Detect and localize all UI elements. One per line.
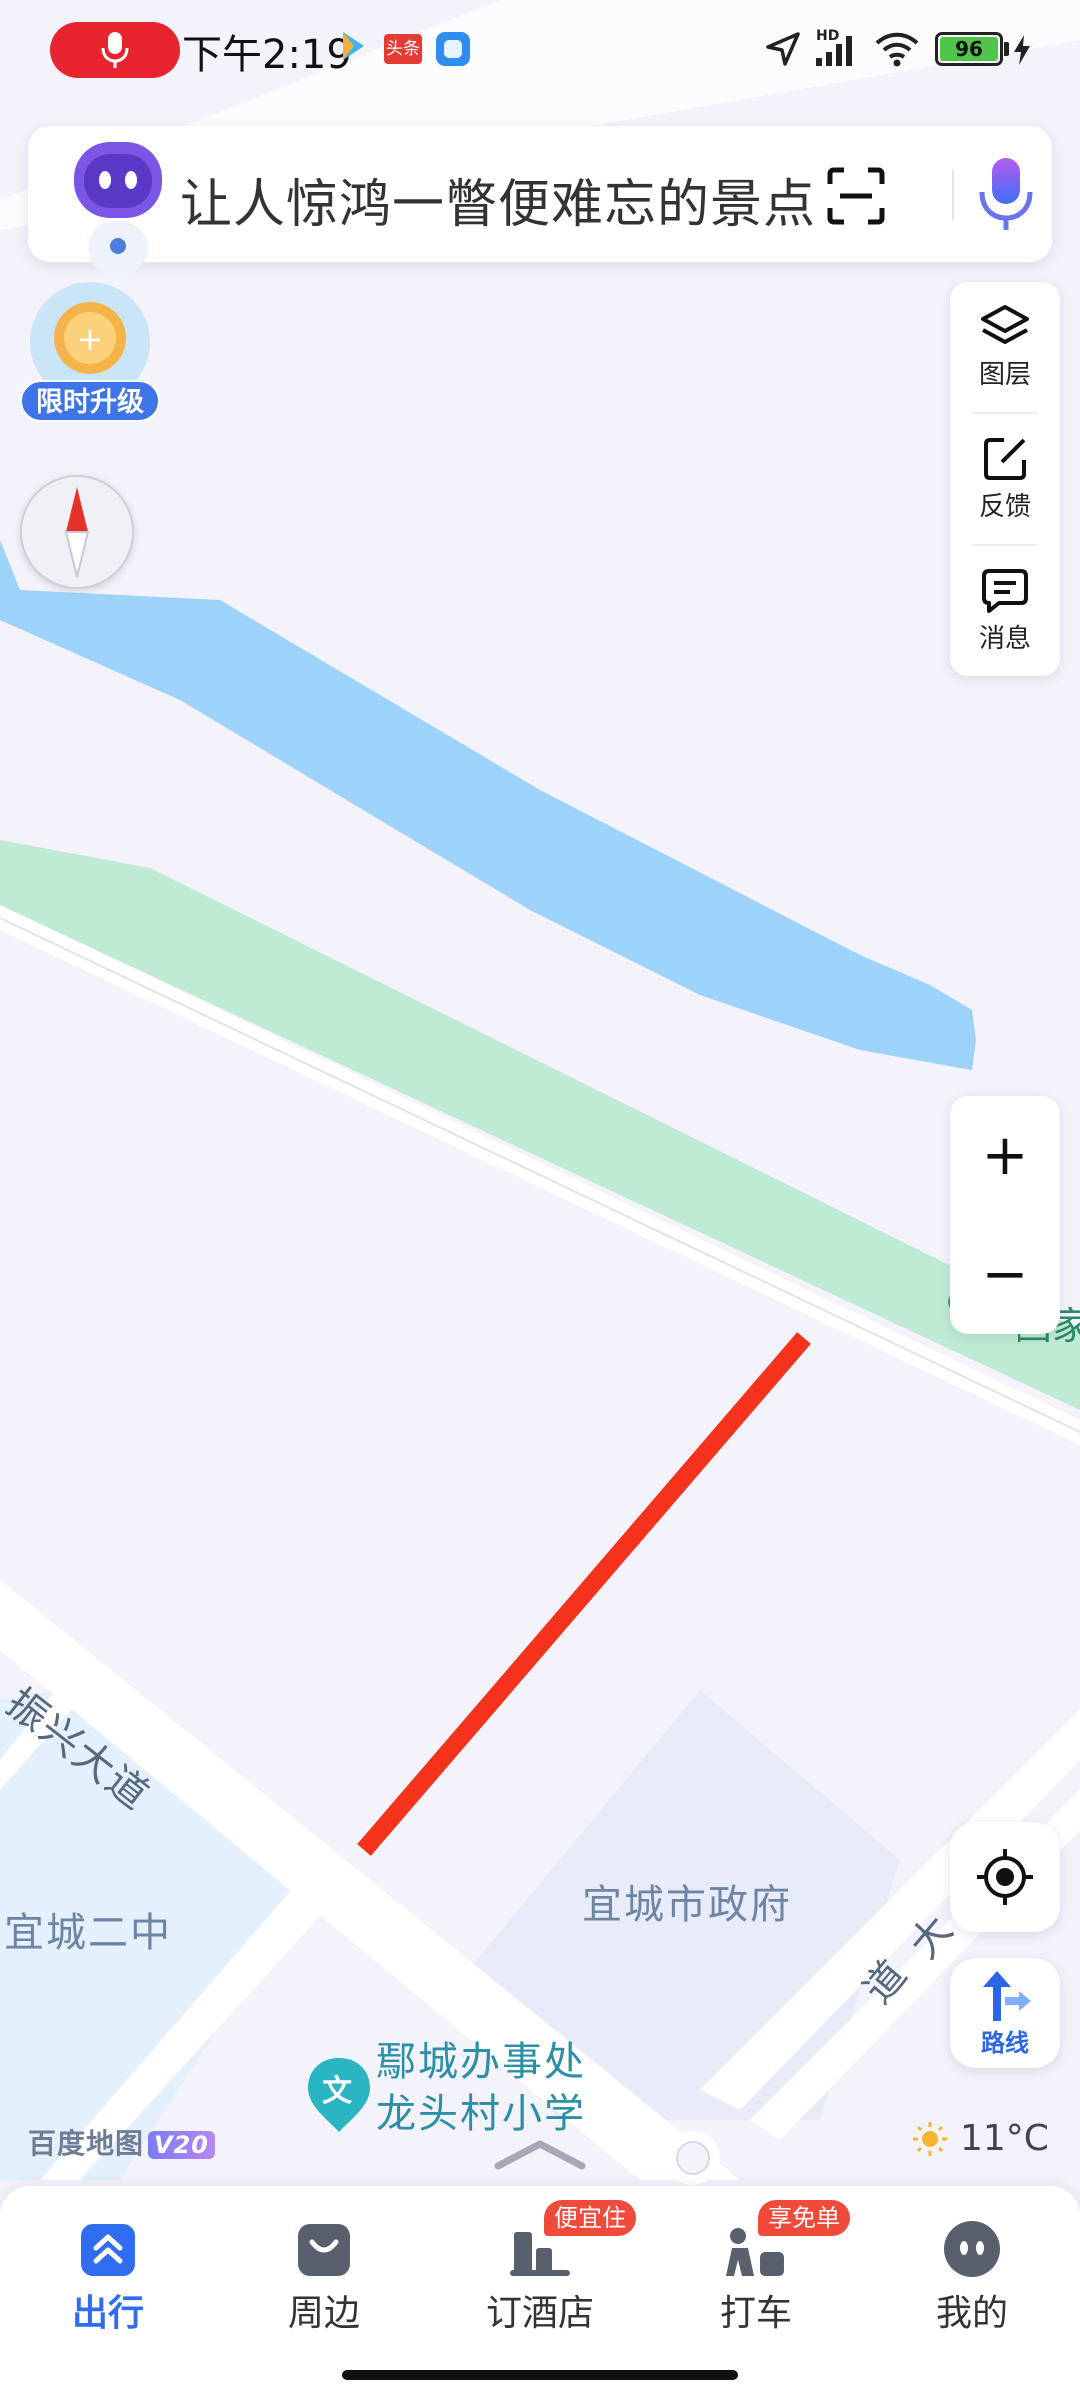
nav-nearby-label: 周边 xyxy=(287,2293,360,2334)
search-divider xyxy=(952,170,954,220)
microphone-icon xyxy=(101,32,129,68)
nav-profile-label: 我的 xyxy=(935,2293,1008,2334)
cellular-signal-icon: HD xyxy=(814,28,862,70)
zoom-controls: + − xyxy=(950,1096,1060,1334)
charging-icon xyxy=(1014,35,1030,65)
bottom-navigation: 出行 周边 订酒店 便宜住 打车 享免单 我的 xyxy=(0,2186,1080,2400)
nav-taxi-tag: 享免单 xyxy=(758,2200,850,2236)
tool-layers[interactable]: 图层 xyxy=(950,282,1060,412)
home-indicator[interactable] xyxy=(342,2370,738,2380)
compass-icon xyxy=(64,487,90,578)
zoom-out-button[interactable]: − xyxy=(950,1215,1060,1334)
profile-icon xyxy=(944,2221,1000,2277)
message-icon xyxy=(982,568,1028,613)
route-arrow-icon xyxy=(983,1970,1031,2021)
nav-hotel-tag: 便宜住 xyxy=(544,2200,636,2236)
poi-marker-school[interactable]: 文 xyxy=(304,2054,374,2138)
battery-level: 96 xyxy=(940,37,998,61)
battery-tip xyxy=(1004,42,1009,56)
tool-feedback-label: 反馈 xyxy=(978,491,1031,522)
promo-badge: 限时升级 xyxy=(20,380,160,422)
nav-hotel[interactable]: 订酒店 便宜住 xyxy=(432,2186,648,2336)
nav-nearby[interactable]: 周边 xyxy=(216,2186,432,2336)
zoom-in-button[interactable]: + xyxy=(950,1096,1060,1215)
scan-icon[interactable] xyxy=(826,166,886,226)
weather-widget[interactable]: 11°C xyxy=(912,2118,1049,2159)
locate-target-icon xyxy=(977,1849,1033,1905)
battery-icon: 96 xyxy=(935,32,1003,66)
news-app-icon: 头条 xyxy=(384,34,422,64)
layers-icon xyxy=(981,304,1029,344)
route-button-label: 路线 xyxy=(981,2028,1029,2057)
promo-upgrade[interactable]: + 限时升级 xyxy=(16,280,164,428)
poi-label-line2: 龙头村小学 xyxy=(376,2091,586,2137)
play-store-icon xyxy=(343,32,364,60)
nav-taxi[interactable]: 打车 享免单 xyxy=(648,2186,864,2336)
logo-text: 百度地图 xyxy=(28,2127,145,2160)
compass-button[interactable] xyxy=(20,475,134,589)
edit-feedback-icon xyxy=(984,437,1026,480)
voice-search-icon[interactable] xyxy=(974,156,1038,234)
network-type-label: HD xyxy=(816,28,840,44)
wifi-icon xyxy=(875,32,919,67)
version-badge: V20 xyxy=(148,2131,215,2159)
route-button[interactable]: 路线 xyxy=(950,1958,1060,2068)
tool-layers-label: 图层 xyxy=(978,359,1031,390)
expand-handle-icon[interactable] xyxy=(490,2134,590,2174)
travel-icon xyxy=(81,2224,135,2276)
zoom-out-label: − xyxy=(981,1241,1029,1307)
weather-temperature: 11°C xyxy=(960,2118,1049,2159)
search-query-text[interactable]: 让人惊鸿一瞥便难忘的景点 xyxy=(180,162,816,237)
nav-travel-label: 出行 xyxy=(71,2293,144,2334)
status-time: 下午2:19 xyxy=(182,32,352,78)
news-app-label: 头条 xyxy=(386,39,420,59)
area-label-yicheng-erzhong: 宜城二中 xyxy=(4,1910,172,1956)
area-label-city-government: 宜城市政府 xyxy=(582,1882,792,1928)
status-bar: 下午2:19 头条 HD 96 xyxy=(0,0,1080,100)
app-notification-icon xyxy=(436,32,470,66)
poi-label-line1: 鄢城办事处 xyxy=(376,2039,586,2085)
search-bar[interactable]: 让人惊鸿一瞥便难忘的景点 xyxy=(28,126,1052,276)
svg-text:+: + xyxy=(77,320,104,358)
locate-me-button[interactable] xyxy=(950,1822,1060,1932)
voice-recording-pill[interactable] xyxy=(50,22,180,78)
location-arrow-icon xyxy=(766,32,800,66)
nav-hotel-label: 订酒店 xyxy=(485,2293,594,2334)
zoom-in-label: + xyxy=(981,1122,1029,1188)
map-tools-panel: 图层 反馈 消息 xyxy=(950,282,1060,676)
tool-messages[interactable]: 消息 xyxy=(950,546,1060,676)
nearby-icon xyxy=(298,2224,350,2276)
baidu-map-logo: 百度地图 V20 xyxy=(28,2122,215,2162)
tool-messages-label: 消息 xyxy=(978,623,1031,654)
poi-label[interactable]: 鄢城办事处 龙头村小学 xyxy=(376,2036,586,2140)
nav-travel[interactable]: 出行 xyxy=(0,2186,216,2336)
poi-icon-text: 文 xyxy=(322,2074,352,2109)
sun-icon xyxy=(913,2121,947,2156)
nav-profile[interactable]: 我的 xyxy=(864,2186,1080,2336)
robot-assistant-icon[interactable] xyxy=(68,138,168,276)
tool-feedback[interactable]: 反馈 xyxy=(950,414,1060,544)
nav-taxi-label: 打车 xyxy=(719,2293,792,2334)
